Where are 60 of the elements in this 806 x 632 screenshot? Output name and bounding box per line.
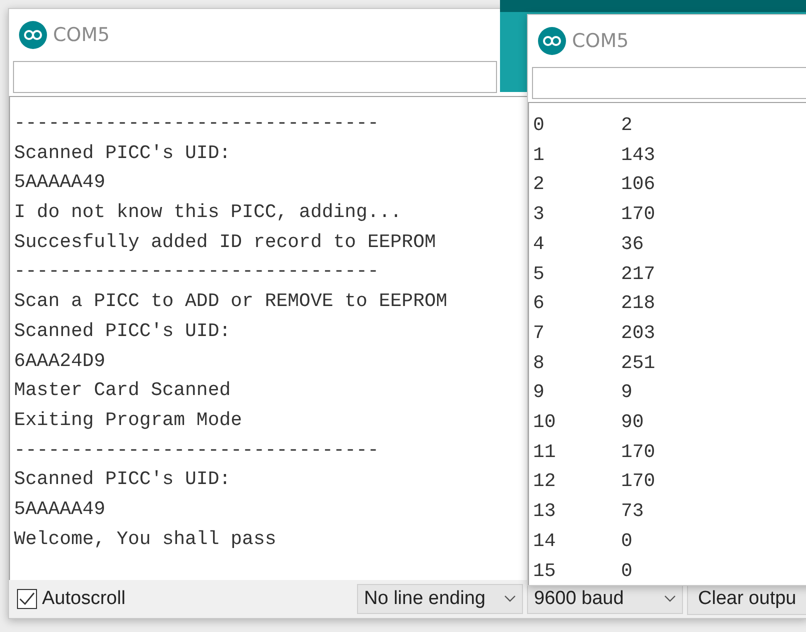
index-text: 8 (533, 350, 546, 376)
logo-icon (538, 27, 566, 55)
output-line: I do not know this PICC, adding... (14, 200, 402, 226)
index-text: 11 (533, 440, 557, 465)
value-text: 73 (621, 499, 645, 524)
value-text: 143 (621, 142, 656, 168)
value-text: 251 (621, 350, 656, 376)
index-text: 14 (533, 528, 557, 554)
value-text: 218 (621, 291, 656, 316)
autoscroll-label: Autoscroll (42, 588, 126, 610)
value-text: 170 (621, 202, 656, 228)
output-line: Welcome, You shall pass (14, 526, 276, 552)
output-line: -------------------------------- (14, 111, 379, 136)
value-text: 9 (621, 380, 634, 406)
index-text: 3 (533, 202, 546, 228)
output-line: Scanned PICC's UID: (14, 318, 231, 344)
index-text: 13 (533, 499, 557, 524)
clear-output-button[interactable]: Clear outpu (687, 583, 806, 615)
index-text: 4 (533, 232, 546, 257)
baud-dropdown[interactable]: 9600 baud (527, 584, 683, 614)
value-text: 90 (621, 410, 645, 436)
index-text: 7 (533, 320, 546, 346)
caret-icon (664, 595, 676, 603)
output-line: 5AAAAA49 (14, 496, 106, 522)
output-line: Master Card Scanned (14, 378, 231, 404)
value-text: 203 (621, 320, 656, 346)
index-text: 10 (533, 410, 557, 436)
input-field[interactable] (13, 61, 497, 93)
output-line: Scanned PICC's UID: (14, 467, 231, 492)
value-text: 170 (621, 469, 656, 494)
autoscroll-checkbox[interactable] (17, 589, 37, 609)
value-text: 0 (621, 528, 634, 554)
output-line: Scan a PICC to ADD or REMOVE to EEPROM (14, 289, 448, 314)
index-text: 9 (533, 380, 546, 406)
value-text: 36 (621, 232, 645, 257)
index-text: 6 (533, 291, 546, 316)
window-title: COM5 (572, 30, 629, 52)
index-text: 1 (533, 142, 546, 168)
line-ending-dropdown[interactable]: No line ending (357, 584, 523, 614)
output-line: 6AAA24D9 (14, 348, 106, 374)
output-line: Succesfully added ID record to EEPROM (14, 230, 436, 255)
value-text: 106 (621, 172, 656, 198)
index-text: 0 (533, 113, 546, 138)
value-text: 217 (621, 262, 656, 287)
value-text: 2 (621, 113, 634, 138)
caret-icon (504, 595, 516, 603)
output-line: -------------------------------- (14, 438, 379, 463)
value-text: 0 (621, 558, 634, 584)
window-title: COM5 (53, 24, 110, 46)
index-text: 5 (533, 262, 546, 287)
value-text: 170 (621, 440, 656, 465)
logo-icon (19, 21, 47, 49)
index-text: 2 (533, 172, 546, 198)
output-line: 5AAAAA49 (14, 170, 106, 196)
output-line: Scanned PICC's UID: (14, 140, 231, 166)
output-line: -------------------------------- (14, 259, 379, 284)
index-text: 15 (533, 558, 557, 584)
output-line: Exiting Program Mode (14, 408, 242, 433)
input-field[interactable] (532, 67, 806, 99)
index-text: 12 (533, 469, 557, 494)
